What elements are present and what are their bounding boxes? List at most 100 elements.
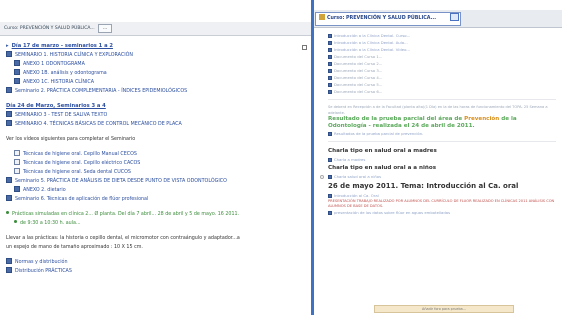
date-topic-link-text: Introducción al Ca. Oral bbox=[334, 193, 379, 198]
talk-link[interactable]: Charla a madres bbox=[328, 156, 556, 163]
item-text: ANEXO 1C. HISTORIA CLÍNICA bbox=[23, 80, 95, 85]
left-pane: Curso: PREVENCIÓN Y SALUD PÚBLICA... ...… bbox=[0, 0, 311, 315]
left-tab-button[interactable]: ... bbox=[98, 24, 112, 33]
bullet-icon bbox=[14, 220, 17, 223]
right-course-tab[interactable]: Curso: PREVENCIÓN Y SALUD PÚBLICA... bbox=[315, 12, 461, 26]
resource-text: Introducción a la Clínica Dental. Curso.… bbox=[334, 33, 411, 38]
resource-link[interactable]: Técnicas de higiene oral. Seda dental CU… bbox=[6, 168, 305, 177]
document-icon bbox=[14, 159, 20, 165]
right-course-content: Introducción a la Clínica Dental. Curso.… bbox=[314, 30, 562, 315]
document-icon bbox=[14, 150, 20, 156]
resource-link[interactable]: Documento del Curso 1... bbox=[328, 53, 556, 60]
talk-link-text: Charla a madres bbox=[334, 157, 366, 162]
resource-link[interactable]: Seminario 5. PRÁCTICA DE ANÁLISIS DE DIE… bbox=[6, 177, 305, 186]
item-text: ANEXO 1 ODONTOGRAMA bbox=[23, 62, 85, 67]
resource-text: Introducción a la Clínica Dental. Vídeo.… bbox=[334, 47, 410, 52]
document-icon bbox=[6, 267, 12, 273]
item-text: Normas y distribución bbox=[15, 260, 68, 265]
resource-link[interactable]: Introducción a la Clínica Dental. Vídeo.… bbox=[328, 46, 556, 53]
resource-link[interactable]: ANEXO 1C. HISTORIA CLÍNICA bbox=[6, 78, 305, 87]
resource-text: Documento del Curso 3... bbox=[334, 68, 383, 73]
resource-link[interactable]: Documento del Curso 6... bbox=[328, 88, 556, 95]
date-topic-link[interactable]: Introducción al Ca. Oral bbox=[328, 192, 556, 199]
add-forum-button[interactable]: Añadir foro para prueba... bbox=[374, 305, 514, 313]
resource-link[interactable]: SEMINARIO 1. HISTORIA CLÍNICA Y EXPLORAC… bbox=[6, 51, 305, 60]
resource-link[interactable]: SEMINARIO 4. TÉCNICAS BÁSICAS DE CONTROL… bbox=[6, 120, 305, 129]
bullet-icon bbox=[6, 211, 9, 214]
document-icon bbox=[328, 48, 332, 52]
section-divider bbox=[328, 99, 556, 100]
red-link-text: presentación de los datos sobre flúor en… bbox=[334, 210, 451, 215]
item-text: Seminario 2. PRÁCTICA COMPLEMENTARIA - Í… bbox=[15, 89, 188, 94]
left-tab-bar: Curso: PREVENCIÓN Y SALUD PÚBLICA... ... bbox=[0, 22, 311, 36]
resource-link[interactable]: Seminario 6. Técnicas de aplicación de f… bbox=[6, 195, 305, 204]
resource-link[interactable]: ANEXO 2. dietario bbox=[6, 186, 305, 195]
resource-link[interactable]: Distribución PRÁCTICAS bbox=[6, 267, 305, 276]
document-icon bbox=[328, 69, 332, 73]
item-text: un espejo de mano de tamaño aproximado :… bbox=[6, 245, 143, 250]
document-icon bbox=[14, 60, 20, 66]
resource-link[interactable]: Introducción a la Clínica Dental. Curso.… bbox=[328, 32, 556, 39]
result-highlight: Prevención bbox=[464, 116, 500, 122]
item-text: SEMINARIO 1. HISTORIA CLÍNICA Y EXPLORAC… bbox=[15, 53, 133, 58]
resource-text: Documento del Curso 6... bbox=[334, 89, 383, 94]
item-text: ANEXO 2. dietario bbox=[23, 188, 66, 193]
document-icon bbox=[6, 51, 12, 57]
resource-link[interactable]: Introducción a la Clínica Dental. Aula..… bbox=[328, 39, 556, 46]
result-prefix: Resultado de la prueba parcial del área … bbox=[328, 116, 463, 122]
document-icon bbox=[328, 211, 332, 215]
result-heading: Resultado de la prueba parcial del área … bbox=[328, 116, 556, 130]
resource-link[interactable]: Normas y distribución bbox=[6, 258, 305, 267]
document-icon bbox=[328, 194, 332, 198]
item-text: Llevar a las prácticas: la historia o ce… bbox=[6, 236, 240, 241]
resource-text: Introducción a la Clínica Dental. Aula..… bbox=[334, 40, 408, 45]
red-announcement-link[interactable]: presentación de los datos sobre flúor en… bbox=[328, 209, 556, 216]
resource-text: Documento del Curso 2... bbox=[334, 61, 383, 66]
document-icon bbox=[328, 41, 332, 45]
item-text: Ver los vídeos siguientes para completar… bbox=[6, 137, 136, 142]
document-icon bbox=[6, 195, 12, 201]
section-divider bbox=[328, 141, 556, 142]
left-course-tab[interactable]: Curso: PREVENCIÓN Y SALUD PÚBLICA... bbox=[2, 24, 97, 34]
resource-link[interactable]: SEMINARIO 3 - TEST DE SALIVA TEXTO bbox=[6, 111, 305, 120]
resource-link[interactable]: Seminario 2. PRÁCTICA COMPLEMENTARIA - Í… bbox=[6, 87, 305, 96]
talk-title: Charla tipo en salud oral a a niños bbox=[328, 165, 437, 171]
item-text: Técnicas de higiene oral. Cepillo eléctr… bbox=[23, 161, 141, 166]
item-text: ANEXO 1B. análisis y odontograma bbox=[23, 71, 107, 76]
right-tab-label: Curso: PREVENCIÓN Y SALUD PÚBLICA... bbox=[327, 16, 437, 21]
item-text: Técnicas de higiene oral. Seda dental CU… bbox=[23, 170, 131, 175]
arrow-icon: ▸ bbox=[6, 43, 9, 49]
date-topic: 26 de mayo 2011. Tema: Introducción al C… bbox=[328, 182, 519, 190]
talk-list: Charla tipo en salud oral a madres Charla… bbox=[328, 146, 556, 180]
resource-link[interactable]: Documento del Curso 3... bbox=[328, 67, 556, 74]
notice-text: Se deberá en Recepción a de la Facultad … bbox=[328, 105, 548, 115]
resource-link[interactable]: Documento del Curso 2... bbox=[328, 60, 556, 67]
resource-link[interactable]: Documento del Curso 4... bbox=[328, 74, 556, 81]
document-icon bbox=[328, 90, 332, 94]
document-icon bbox=[6, 120, 12, 126]
resource-text: Documento del Curso 1... bbox=[334, 54, 383, 59]
section-heading: ▸ Día 17 de marzo - seminarios 1 a 2 bbox=[6, 42, 305, 51]
right-resource-list: Introducción a la Clínica Dental. Curso.… bbox=[328, 32, 556, 95]
result-link-text: Resultados de la prueba parcial de preve… bbox=[334, 131, 424, 136]
instruction-text: Ver los vídeos siguientes para completar… bbox=[6, 135, 305, 144]
section-heading: Día 24 de Marzo, Seminarios 3 a 4 bbox=[6, 102, 305, 111]
bullet-circle-icon bbox=[320, 175, 324, 179]
instruction-text: un espejo de mano de tamaño aproximado :… bbox=[6, 243, 305, 252]
document-icon bbox=[328, 55, 332, 59]
resource-link[interactable]: Documento del Curso 5... bbox=[328, 81, 556, 88]
resource-link[interactable]: ANEXO 1B. análisis y odontograma bbox=[6, 69, 305, 78]
document-icon bbox=[328, 76, 332, 80]
talk-link[interactable]: Charla salud oral a niños bbox=[328, 173, 556, 180]
document-icon bbox=[6, 87, 12, 93]
resource-link[interactable]: Técnicas de higiene oral. Cepillo eléctr… bbox=[6, 159, 305, 168]
resource-link[interactable]: Técnicas de higiene oral. Cepillo Manual… bbox=[6, 150, 305, 159]
item-text: Prácticas simuladas en clínica 2... Ø pl… bbox=[12, 212, 240, 217]
resource-text: Documento del Curso 5... bbox=[334, 82, 383, 87]
result-link[interactable]: Resultados de la prueba parcial de preve… bbox=[328, 130, 556, 137]
talk-link-text: Charla salud oral a niños bbox=[334, 174, 382, 179]
item-text: Técnicas de higiene oral. Cepillo Manual… bbox=[23, 152, 137, 157]
right-tab-button[interactable] bbox=[450, 13, 459, 21]
resource-link[interactable]: ANEXO 1 ODONTOGRAMA bbox=[6, 60, 305, 69]
item-text: Día 24 de Marzo, Seminarios 3 a 4 bbox=[6, 103, 106, 109]
